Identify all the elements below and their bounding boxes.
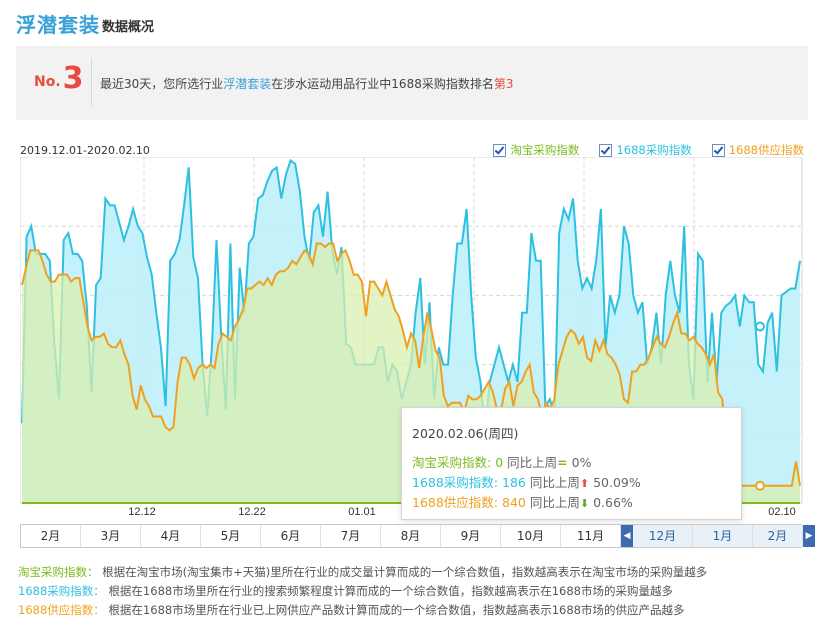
note-desc: 根据在淘宝市场(淘宝集市+天猫)里所在行业的成交量计算而成的一个综合数值，指数越… xyxy=(102,565,708,579)
tooltip-label: 1688供应指数 xyxy=(412,495,494,510)
rank-position: 第3 xyxy=(493,77,514,91)
month-item[interactable]: 4月 xyxy=(141,525,201,547)
tooltip-value: 0 xyxy=(495,455,504,470)
category-keyword: 浮潜套装 xyxy=(16,13,100,37)
tooltip-row-taobao: 淘宝采购指数: 0 同比上周= 0% xyxy=(412,455,592,470)
note-term: 1688采购指数： xyxy=(18,584,105,598)
x-tick-label: 12.22 xyxy=(238,506,266,518)
tooltip-row-1688-purchase: 1688采购指数: 186 同比上周⬆ 50.09% xyxy=(412,475,641,490)
hover-point xyxy=(755,480,765,491)
month-range-slider[interactable]: 2月 3月 4月 5月 6月 7月 8月 9月 10月 11月 ◀ 12月 1月… xyxy=(20,524,815,548)
rank-prefix: No. xyxy=(34,74,61,90)
page-title: 浮潜套装 数据概况 xyxy=(16,6,154,38)
tooltip-value: 186 xyxy=(502,475,526,490)
tooltip-value: 840 xyxy=(502,495,526,510)
tooltip-label: 1688采购指数 xyxy=(412,475,494,490)
legend-label: 1688采购指数 xyxy=(616,143,692,157)
range-handle-right-icon[interactable]: ▶ xyxy=(803,525,815,547)
range-handle-left-icon[interactable]: ◀ xyxy=(621,525,633,547)
index-definitions: 淘宝采购指数： 根据在淘宝市场(淘宝集市+天猫)里所在行业的成交量计算而成的一个… xyxy=(18,563,707,620)
rank-text-2: 在涉水运动用品行业中1688采购指数排名 xyxy=(271,77,494,91)
arrow-down-icon: ⬇ xyxy=(579,497,590,510)
rank-keyword: 浮潜套装 xyxy=(223,77,272,91)
month-item[interactable]: 9月 xyxy=(441,525,501,547)
legend-taobao-purchase[interactable]: 淘宝采购指数 xyxy=(493,142,579,158)
legend-1688-supply[interactable]: 1688供应指数 xyxy=(711,142,804,158)
month-item[interactable]: 10月 xyxy=(501,525,561,547)
equal-icon: = xyxy=(557,455,568,470)
checkbox-icon[interactable] xyxy=(711,143,725,157)
note-1688-purchase: 1688采购指数： 根据在1688市场里所在行业的搜索频繁程度计算而成的一个综合… xyxy=(18,582,707,601)
tooltip-delta: 50.09% xyxy=(593,475,641,490)
note-desc: 根据在1688市场里所在行业的搜索频繁程度计算而成的一个综合数值，指数越高表示在… xyxy=(108,584,673,598)
month-item[interactable]: 8月 xyxy=(381,525,441,547)
x-tick-label: 12.12 xyxy=(128,506,156,518)
checkbox-icon[interactable] xyxy=(599,143,613,157)
note-1688-supply: 1688供应指数： 根据在1688市场里所在行业已上网供应产品数计算而成的一个综… xyxy=(18,601,707,620)
note-term: 淘宝采购指数： xyxy=(18,565,99,579)
date-range: 2019.12.01-2020.02.10 xyxy=(20,144,150,157)
x-tick-label: 01.01 xyxy=(348,506,376,518)
month-item[interactable]: 2月 xyxy=(21,525,81,547)
month-item-selected[interactable]: 12月 xyxy=(633,525,693,547)
checkbox-icon[interactable] xyxy=(493,143,507,157)
x-tick-label: 02.10 xyxy=(768,506,796,518)
hover-point xyxy=(755,321,765,332)
tooltip-row-1688-supply: 1688供应指数: 840 同比上周⬇ 0.66% xyxy=(412,495,633,510)
month-item[interactable]: 11月 xyxy=(561,525,621,547)
arrow-up-icon: ⬆ xyxy=(579,477,590,490)
note-taobao: 淘宝采购指数： 根据在淘宝市场(淘宝集市+天猫)里所在行业的成交量计算而成的一个… xyxy=(18,563,707,582)
legend-1688-purchase[interactable]: 1688采购指数 xyxy=(599,142,692,158)
chart-legend: 淘宝采购指数 1688采购指数 1688供应指数 xyxy=(493,142,804,158)
month-item[interactable]: 3月 xyxy=(81,525,141,547)
note-desc: 根据在1688市场里所在行业已上网供应产品数计算而成的一个综合数值，指数越高表示… xyxy=(108,603,685,617)
month-item[interactable]: 6月 xyxy=(261,525,321,547)
month-item-selected[interactable]: 1月 xyxy=(693,525,753,547)
tooltip-delta: 0.66% xyxy=(593,495,633,510)
rank-banner: No. 3 最近30天，您所选行业浮潜套装在涉水运动用品行业中1688采购指数排… xyxy=(16,46,808,120)
month-item[interactable]: 7月 xyxy=(321,525,381,547)
month-item-selected[interactable]: 2月 xyxy=(753,525,803,547)
rank-text-1: 最近30天，您所选行业 xyxy=(100,77,224,91)
tooltip-compare: 同比上周 xyxy=(529,495,580,510)
tooltip-delta: 0% xyxy=(571,455,592,470)
rank-number: No. 3 xyxy=(34,64,84,94)
divider xyxy=(91,58,92,106)
tooltip-compare: 同比上周 xyxy=(529,475,580,490)
legend-label: 1688供应指数 xyxy=(728,143,804,157)
tooltip-label: 淘宝采购指数 xyxy=(412,455,488,470)
rank-value: 3 xyxy=(62,61,84,96)
page-subtitle: 数据概况 xyxy=(102,20,155,35)
legend-label: 淘宝采购指数 xyxy=(510,143,580,157)
note-term: 1688供应指数： xyxy=(18,603,105,617)
rank-description: 最近30天，您所选行业浮潜套装在涉水运动用品行业中1688采购指数排名第3 xyxy=(100,75,513,92)
tooltip-compare: 同比上周 xyxy=(507,455,558,470)
chart-tooltip: 2020.02.06(周四) 淘宝采购指数: 0 同比上周= 0% 1688采购… xyxy=(401,407,742,520)
tooltip-date: 2020.02.06(周四) xyxy=(412,426,519,441)
month-item[interactable]: 5月 xyxy=(201,525,261,547)
